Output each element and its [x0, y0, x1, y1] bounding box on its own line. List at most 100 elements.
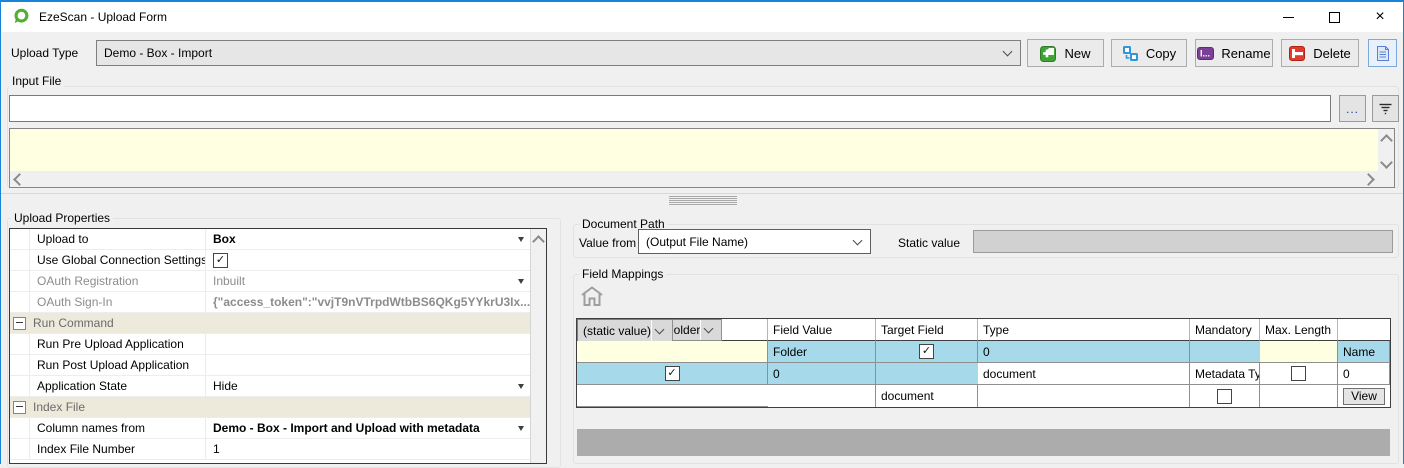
column-header: Max. Length [1260, 319, 1338, 341]
mandatory-checkbox[interactable] [1217, 389, 1232, 404]
source-field-select[interactable]: (static value) [577, 319, 673, 341]
scroll-up-icon[interactable] [1380, 134, 1393, 147]
property-row: Run Pre Upload Application [10, 334, 530, 355]
row-indent [10, 229, 30, 249]
copy-button[interactable]: Copy [1111, 39, 1187, 67]
property-row: Use Global Connection Settings ✓ [10, 250, 530, 271]
static-value-label: Static value [898, 236, 960, 250]
property-row: Column names fromDemo - Box - Import and… [10, 418, 530, 439]
checkbox[interactable]: ✓ [213, 253, 228, 268]
preview-panel [9, 128, 1395, 188]
property-row: Index File Number1 [10, 439, 530, 460]
max-length-cell[interactable]: 0 [768, 363, 876, 385]
property-group-row[interactable]: Index File [10, 397, 530, 418]
chevron-down-icon[interactable] [700, 320, 721, 340]
delete-icon [1289, 45, 1306, 62]
field-value-cell[interactable] [768, 385, 876, 407]
new-icon [1040, 45, 1057, 62]
max-length-cell[interactable] [1260, 385, 1338, 407]
mandatory-checkbox[interactable]: ✓ [919, 344, 934, 359]
collapse-icon[interactable] [13, 317, 26, 330]
property-grid-scrollbar[interactable] [530, 229, 546, 463]
row-indent [10, 439, 30, 459]
mandatory-cell [1260, 363, 1338, 385]
property-row: Application StateHide [10, 376, 530, 397]
property-value[interactable]: Box [206, 229, 530, 249]
vertical-scrollbar[interactable] [1378, 129, 1394, 171]
chevron-down-icon [853, 235, 863, 245]
field-value-cell[interactable]: document [978, 363, 1190, 385]
preview-textarea[interactable] [10, 129, 1378, 171]
property-value[interactable]: Hide [206, 376, 530, 396]
property-name: OAuth Sign-In [30, 292, 206, 312]
browse-button[interactable]: ... [1339, 95, 1366, 122]
row-indent [10, 271, 30, 291]
target-field-cell[interactable]: Name [1338, 341, 1390, 363]
property-value[interactable]: {"access_token":"vvjT9nVTrpdWtbBS6QKg5YY… [206, 292, 530, 312]
property-group-name: Run Command [26, 316, 114, 330]
chevron-down-icon[interactable] [518, 279, 524, 284]
property-name: Application State [30, 376, 206, 396]
column-header [1338, 319, 1390, 341]
row-indent [10, 418, 30, 438]
copy-button-label: Copy [1146, 46, 1176, 61]
property-value[interactable]: 1 [206, 439, 530, 459]
chevron-down-icon[interactable] [518, 384, 524, 389]
column-header: Type [978, 319, 1190, 341]
chevron-down-icon[interactable] [518, 237, 524, 242]
filter-button[interactable] [1372, 95, 1399, 122]
field-mappings-label: Field Mappings [579, 267, 666, 281]
home-button[interactable] [579, 284, 605, 308]
property-value[interactable] [206, 334, 530, 354]
property-value[interactable]: Inbuilt [206, 271, 530, 291]
horizontal-scrollbar[interactable] [10, 171, 1378, 187]
close-button[interactable]: × [1357, 2, 1403, 32]
row-indent [10, 250, 30, 270]
chevron-down-icon[interactable] [518, 426, 524, 431]
field-value-cell[interactable] [577, 341, 768, 363]
property-row: OAuth RegistrationInbuilt [10, 271, 530, 292]
mandatory-cell: ✓ [577, 363, 768, 385]
property-group-name: Index File [26, 400, 85, 414]
property-value[interactable]: Demo - Box - Import and Upload with meta… [206, 418, 530, 438]
rename-button[interactable]: I... Rename [1195, 39, 1273, 67]
upload-type-select[interactable]: Demo - Box - Import [96, 40, 1021, 66]
column-header: Target Field [876, 319, 978, 341]
mandatory-checkbox[interactable]: ✓ [665, 366, 680, 381]
collapse-icon[interactable] [13, 401, 26, 414]
mandatory-checkbox[interactable] [1291, 366, 1306, 381]
window-title: EzeScan - Upload Form [39, 10, 167, 24]
property-name: Use Global Connection Settings [30, 250, 206, 270]
property-value[interactable]: ✓ [206, 250, 530, 270]
max-length-cell[interactable]: 0 [1338, 363, 1390, 385]
new-button[interactable]: New [1027, 39, 1104, 67]
action-cell [577, 385, 768, 407]
window-titlebar: EzeScan - Upload Form × [1, 0, 1403, 32]
chevron-down-icon[interactable] [651, 320, 672, 341]
view-button[interactable]: View [1343, 388, 1385, 405]
property-group-row[interactable]: Run Command [10, 313, 530, 334]
value-from-select[interactable]: (Output File Name) [638, 229, 871, 254]
input-file-input[interactable] [9, 95, 1331, 122]
scroll-right-icon[interactable] [1362, 173, 1375, 186]
scroll-down-icon[interactable] [1380, 156, 1393, 169]
max-length-cell[interactable]: 0 [978, 341, 1190, 363]
type-cell [978, 385, 1190, 407]
scroll-left-icon[interactable] [13, 173, 26, 186]
target-field-cell[interactable]: Metadata Type [1190, 363, 1260, 385]
upload-type-row: Upload Type Demo - Box - Import New Copy… [1, 39, 1403, 67]
splitter-handle[interactable] [669, 196, 737, 205]
minimize-button[interactable] [1265, 2, 1311, 32]
scroll-up-icon[interactable] [532, 235, 545, 248]
view-notes-button[interactable] [1368, 39, 1397, 67]
target-field-cell[interactable]: document [876, 385, 978, 407]
property-value[interactable] [206, 355, 530, 375]
minimize-icon [1283, 17, 1294, 18]
target-field-cell[interactable]: Folder [768, 341, 876, 363]
row-indent [10, 292, 30, 312]
delete-button[interactable]: Delete [1281, 39, 1359, 67]
maximize-button[interactable] [1311, 2, 1357, 32]
mandatory-cell: ✓ [876, 341, 978, 363]
home-icon [580, 285, 604, 307]
field-value-cell[interactable] [1260, 341, 1338, 363]
